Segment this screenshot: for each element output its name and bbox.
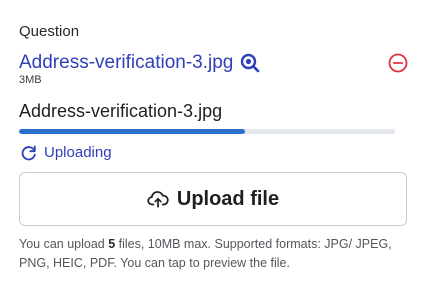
upload-status-label: Uploading: [44, 144, 112, 161]
upload-progress-fill: [19, 129, 245, 134]
uploading-file-name: Address-verification-3.jpg: [19, 101, 223, 121]
cloud-upload-icon: [147, 191, 169, 208]
upload-status: Uploading: [19, 143, 112, 162]
zoom-icon[interactable]: [239, 52, 261, 74]
attached-file-link[interactable]: Address-verification-3.jpg: [19, 52, 233, 74]
question-label: Question: [19, 23, 80, 40]
upload-progress-bar: [19, 129, 395, 134]
upload-help-text: You can upload 5 files, 10MB max. Suppor…: [19, 235, 414, 273]
upload-file-button-label: Upload file: [176, 187, 280, 210]
upload-file-button[interactable]: Upload file: [19, 172, 407, 226]
minus-circle-icon[interactable]: [387, 52, 409, 74]
attached-file-size: 3MB: [19, 74, 42, 86]
help-text-prefix: You can upload: [19, 237, 109, 251]
attached-file-row: Address-verification-3.jpg 3MB: [19, 52, 411, 92]
refresh-icon: [21, 145, 36, 161]
